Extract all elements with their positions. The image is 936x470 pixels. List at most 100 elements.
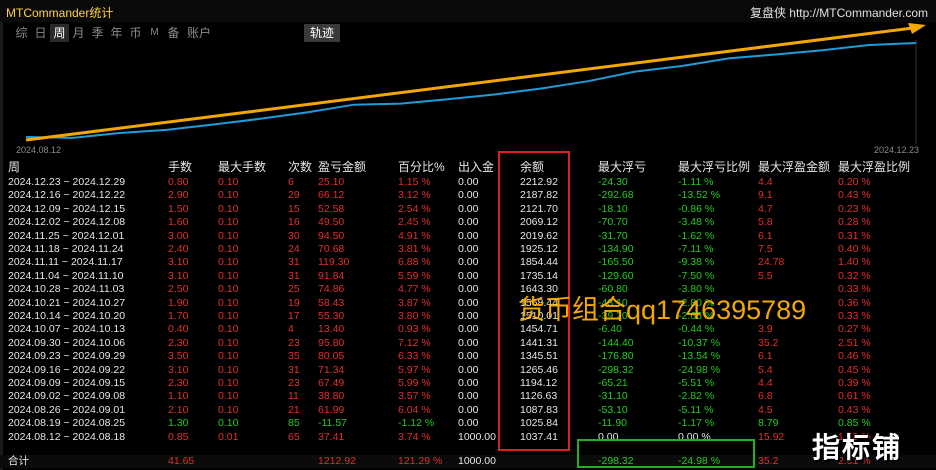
cell: 8.79 xyxy=(758,417,779,430)
table-row[interactable]: 2024.11.18 ~ 2024.11.24 2.40 0.10 24 70.68 3.… xyxy=(0,243,936,256)
cell: -31.70 xyxy=(598,229,628,242)
cell: 24 xyxy=(288,243,300,255)
cell: 0.43 % xyxy=(838,189,871,202)
column-header[interactable]: 最大浮盈金额 xyxy=(758,160,830,175)
cell: -70.70 xyxy=(598,216,628,229)
cell: 5.4 xyxy=(758,363,773,376)
column-header[interactable]: 最大浮亏 xyxy=(598,160,646,175)
column-header[interactable]: 最大浮盈比例 xyxy=(838,160,910,175)
cell: 49.50 xyxy=(318,216,345,229)
cell: 0.28 % xyxy=(838,216,871,229)
table-row[interactable]: 2024.08.19 ~ 2024.08.25 1.30 0.10 85 -11.57 -… xyxy=(0,417,936,430)
cell: 0.00 xyxy=(458,229,479,242)
cell: -2.82 % xyxy=(678,390,715,403)
cell: 0.00 xyxy=(458,189,479,202)
cell: -1.62 % xyxy=(678,229,715,242)
cell: 1000.00 xyxy=(458,455,496,467)
table-row[interactable]: 2024.12.09 ~ 2024.12.15 1.50 0.10 15 52.58 2.… xyxy=(0,203,936,216)
cell: 0.93 % xyxy=(398,323,431,336)
cell: 0.10 xyxy=(218,377,239,389)
cell: 13.40 xyxy=(318,323,345,336)
column-header[interactable]: 最大手数 xyxy=(218,160,266,175)
table-row[interactable]: 2024.09.30 ~ 2024.10.06 2.30 0.10 23 95.80 7.… xyxy=(0,337,936,350)
cell: 0.10 xyxy=(218,390,239,403)
cell: 1.40 % xyxy=(838,256,871,269)
cell: 3.12 % xyxy=(398,189,431,202)
cell: 1.70 xyxy=(168,310,189,322)
cell: 0.00 xyxy=(458,310,479,322)
trend-arrow xyxy=(25,26,914,142)
cell: 21 xyxy=(288,403,300,416)
cell: 0.00 xyxy=(458,296,479,309)
cell: 2024.11.04 ~ 2024.11.10 xyxy=(8,269,124,282)
cell: 0.31 % xyxy=(838,229,871,242)
cell: 0.43 % xyxy=(838,403,871,416)
cell: -18.10 xyxy=(598,202,628,215)
cell: 35.2 xyxy=(758,455,779,467)
cell: -1.12 % xyxy=(398,417,435,430)
chart-end-date: 2024.12.23 xyxy=(874,145,920,155)
cell: 0.10 xyxy=(218,363,239,376)
cell: 0.00 xyxy=(458,403,479,416)
cell: 2.51 % xyxy=(838,336,871,349)
column-header[interactable]: 百分比% xyxy=(398,160,445,175)
cell: 23 xyxy=(288,377,300,389)
cell: 0.33 % xyxy=(838,310,871,322)
cell: 2.40 xyxy=(168,243,189,255)
cell: 119.30 xyxy=(318,256,350,269)
cell: 0.10 xyxy=(218,296,239,309)
total-row[interactable]: 合计 41.65 1212.92 121.29 % 1000.00 -298.32 -24.… xyxy=(0,455,936,468)
cell: 31 xyxy=(288,256,300,269)
table-row[interactable]: 2024.12.16 ~ 2024.12.22 2.90 0.10 29 66.12 3.… xyxy=(0,189,936,202)
cell: -24.98 % xyxy=(678,363,721,376)
table-row[interactable]: 2024.11.11 ~ 2024.11.17 3.10 0.10 31 119.30 6… xyxy=(0,256,936,269)
cell: 7.5 xyxy=(758,243,773,255)
cell: 15.92 xyxy=(758,430,785,443)
column-header[interactable]: 盈亏金额 xyxy=(318,160,366,175)
cell: 11 xyxy=(288,390,299,403)
column-header[interactable]: 次数 xyxy=(288,160,312,175)
cell: 0.00 xyxy=(458,377,479,389)
cell: -0.86 % xyxy=(678,202,715,215)
table-row[interactable]: 2024.09.02 ~ 2024.09.08 1.10 0.10 11 38.80 3.… xyxy=(0,390,936,403)
table-row[interactable]: 2024.12.02 ~ 2024.12.08 1.60 0.10 16 49.50 2.… xyxy=(0,216,936,229)
cell: 52.58 xyxy=(318,202,345,215)
cell: 0.01 xyxy=(218,430,239,443)
cell: 58.43 xyxy=(318,296,345,309)
cell: 2024.09.02 ~ 2024.09.08 xyxy=(8,390,126,403)
cell: 0.00 xyxy=(458,216,479,229)
cell: 0.20 % xyxy=(838,176,871,188)
cell: -11.90 xyxy=(598,417,627,430)
cell: 0.10 xyxy=(218,269,239,282)
cell: -144.40 xyxy=(598,336,634,349)
cell: 1.50 xyxy=(168,202,189,215)
cell: 15 xyxy=(288,202,300,215)
cell: 2024.09.09 ~ 2024.09.15 xyxy=(8,377,126,389)
cell: 30 xyxy=(288,229,300,242)
cell: 31 xyxy=(288,363,300,376)
cell: 2.45 % xyxy=(398,216,431,229)
cell: -1.11 % xyxy=(678,176,714,188)
column-header[interactable]: 最大浮亏比例 xyxy=(678,160,750,175)
table-row[interactable]: 2024.11.25 ~ 2024.12.01 3.00 0.10 30 94.50 4.… xyxy=(0,230,936,243)
column-header[interactable]: 手数 xyxy=(168,160,192,175)
cell: -165.50 xyxy=(598,256,634,269)
table-row[interactable]: 2024.08.12 ~ 2024.08.18 0.85 0.01 65 37.41 3.… xyxy=(0,431,936,444)
cell: 0.10 xyxy=(218,229,239,242)
table-row[interactable]: 2024.09.09 ~ 2024.09.15 2.30 0.10 23 67.49 5.… xyxy=(0,377,936,390)
column-header[interactable]: 出入金 xyxy=(458,160,494,175)
column-header[interactable]: 周 xyxy=(8,160,20,175)
cell: 61.99 xyxy=(318,403,345,416)
table-row[interactable]: 2024.08.26 ~ 2024.09.01 2.10 0.10 21 61.99 6.… xyxy=(0,404,936,417)
table-row[interactable]: 2024.12.23 ~ 2024.12.29 0.80 0.10 6 25.10 1.1… xyxy=(0,176,936,189)
table-row[interactable]: 2024.09.16 ~ 2024.09.22 3.10 0.10 31 71.34 5.… xyxy=(0,364,936,377)
cell: 3.74 % xyxy=(398,430,431,443)
brand-link[interactable]: 复盘侠 http://MTCommander.com xyxy=(750,4,928,21)
table-row[interactable]: 2024.09.23 ~ 2024.09.29 3.50 0.10 35 80.05 6.… xyxy=(0,350,936,363)
table-row[interactable]: 2024.11.04 ~ 2024.11.10 3.10 0.10 31 91.84 5.… xyxy=(0,270,936,283)
cell: -5.11 % xyxy=(678,403,714,416)
cell: 1.90 xyxy=(168,296,189,309)
cell: 6 xyxy=(288,176,294,188)
cell: 80.05 xyxy=(318,350,345,363)
cell: 121.29 % xyxy=(398,455,443,467)
